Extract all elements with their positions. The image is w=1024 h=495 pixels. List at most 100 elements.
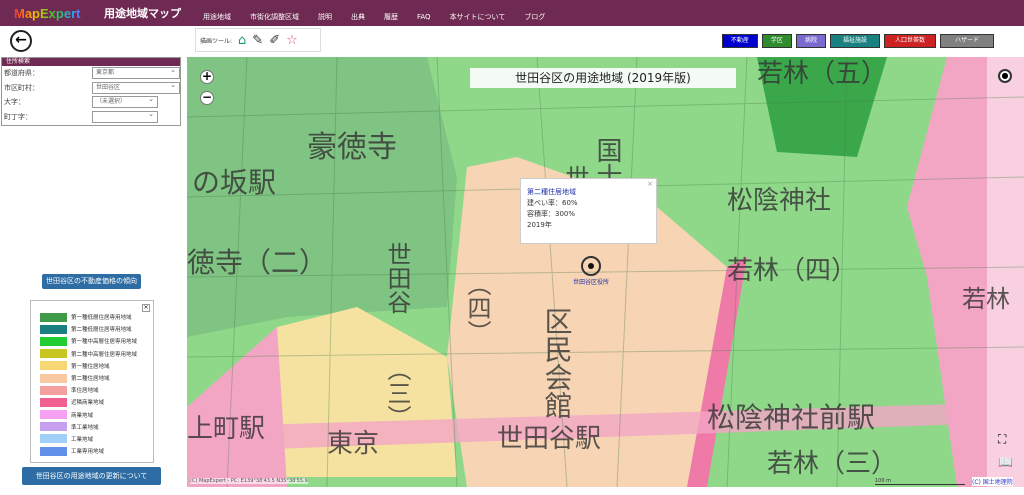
scale-bar: 100 m	[875, 478, 965, 485]
legend-swatch	[40, 373, 67, 383]
legend-item: 第一種住居地域	[40, 360, 153, 372]
map-title: 世田谷区の用途地域 (2019年版)	[470, 68, 736, 88]
legend-item: 準住居地域	[40, 384, 153, 396]
nav-blog[interactable]: ブログ	[524, 13, 545, 21]
legend-swatch	[40, 324, 67, 334]
place-label: （三）	[383, 357, 411, 429]
city-label: 市区町村：	[4, 83, 39, 92]
zoom-out-button[interactable]: −	[200, 91, 214, 105]
prefecture-select[interactable]: 東京都	[92, 65, 180, 80]
prefecture-label: 都道府県：	[4, 69, 39, 78]
legend-item: 第二種住居地域	[40, 372, 153, 384]
app-title: 用途地域マップ	[104, 7, 181, 20]
pencil-icon[interactable]: ✎	[252, 33, 263, 48]
place-label: 若林（五）	[757, 59, 887, 89]
source-link[interactable]: (C) 国土地理院	[972, 477, 1013, 486]
layer-button-population[interactable]: 人口世帯数	[883, 34, 936, 48]
legend-label: 商業地域	[71, 412, 94, 419]
popup-close-icon[interactable]: ×	[647, 179, 653, 190]
place-label: 豪徳寺	[307, 130, 397, 165]
place-label: （四）	[463, 272, 491, 344]
house-icon[interactable]: ⌂	[238, 33, 246, 48]
zoom-in-button[interactable]: +	[200, 70, 214, 84]
legend-label: 近隣商業地域	[71, 400, 105, 407]
star-icon[interactable]: ☆	[286, 33, 298, 48]
legend-item: 近隣商業地域	[40, 396, 153, 408]
oaza-label: 大字：	[4, 98, 25, 107]
legend-label: 第二種住居地域	[71, 376, 110, 383]
map-canvas[interactable]: 豪徳寺の坂駅徳寺（二）世田谷世田谷（四）（三）区民会館国士松陰神社若林（五）若林…	[187, 57, 1024, 487]
legend-label: 工業専用地域	[71, 449, 105, 456]
legend-swatch	[40, 410, 67, 420]
place-label: 世田谷駅	[497, 424, 601, 454]
price-trend-button[interactable]: 世田谷区の不動産価格の傾向	[42, 274, 141, 289]
zoning-map[interactable]: 豪徳寺の坂駅徳寺（二）世田谷世田谷（四）（三）区民会館国士松陰神社若林（五）若林…	[187, 57, 1024, 487]
legend-label: 第二種中高層住居専用地域	[71, 351, 138, 358]
popup-floor-ratio: 容積率：300%	[527, 210, 576, 218]
drawing-toolbar: 描画ツール: ⌂ ✎ ✐ ☆	[195, 28, 321, 52]
layer-button-hazard[interactable]: ハザード	[939, 34, 994, 48]
locate-icon[interactable]: ●	[998, 69, 1012, 83]
legend-item: 第二種中高層住居専用地域	[40, 348, 153, 360]
logo[interactable]: MapExpert	[14, 6, 94, 21]
chome-select[interactable]	[92, 109, 158, 123]
popup-zone: 第二種住居地域	[527, 188, 576, 196]
layer-button-school[interactable]: 学区	[761, 34, 792, 48]
legend-item: 工業地域	[40, 433, 153, 445]
place-label: 若林（三）	[767, 449, 897, 479]
edit-icon[interactable]: ✐	[269, 33, 280, 48]
legend-close-icon[interactable]: ×	[142, 304, 150, 312]
zone-popup: 第二種住居地域 建ぺい率：60% 容積率：300% 2019年 ×	[520, 178, 657, 244]
nav-youto[interactable]: 用途地域	[203, 13, 231, 21]
legend-swatch	[40, 385, 67, 395]
nav-setsumei[interactable]: 説明	[318, 13, 332, 21]
legend-swatch	[40, 397, 67, 407]
legend-swatch	[40, 349, 67, 359]
legend-item: 工業専用地域	[40, 445, 153, 457]
legend-label: 第一種低層住居専用地域	[71, 315, 132, 322]
legend-swatch	[40, 446, 67, 456]
legend-swatch	[40, 312, 67, 322]
layer-button-welfare[interactable]: 福祉施設	[829, 34, 880, 48]
nav-rireki[interactable]: 履歴	[384, 13, 398, 21]
layer-buttons: 不動産 学区 病院 福祉施設 人口世帯数 ハザード	[721, 34, 994, 48]
nav-shigaika[interactable]: 市街化調整区域	[250, 13, 299, 21]
update-info-button[interactable]: 世田谷区の用途地域の更新について	[22, 467, 161, 485]
legend-item: 準工業地域	[40, 421, 153, 433]
legend-label: 第一種中高層住居専用地域	[71, 339, 138, 346]
place-label: 世田谷	[383, 242, 411, 314]
fullscreen-icon[interactable]: ⛶	[998, 432, 1006, 447]
legend-swatch	[40, 434, 67, 444]
legend-swatch	[40, 422, 67, 432]
nav-menu: 用途地域 市街化調整区域 説明 出典 履歴 FAQ 本サイトについて ブログ	[203, 4, 564, 23]
legend-swatch	[40, 361, 67, 371]
oaza-select[interactable]: （未選択）	[92, 94, 158, 109]
layer-button-realestate[interactable]: 不動産	[721, 34, 758, 48]
layer-button-hospital[interactable]: 病院	[795, 34, 826, 48]
legend-label: 準工業地域	[71, 424, 99, 431]
place-label: 若林	[962, 285, 1010, 313]
city-select[interactable]: 世田谷区	[92, 80, 180, 94]
zoning-legend: × 第一種低層住居専用地域 第二種低層住居専用地域 第一種中高層住居専用地域 第二種中…	[30, 300, 154, 463]
chome-label: 町丁字：	[4, 112, 32, 121]
legend-item: 第一種中高層住居専用地域	[40, 335, 153, 347]
place-label: 上町駅	[187, 414, 265, 444]
nav-faq[interactable]: FAQ	[417, 13, 431, 21]
legend-item: 第二種低層住居専用地域	[40, 323, 153, 335]
place-label: 徳寺（二）	[187, 246, 327, 279]
place-label: 若林（四）	[727, 256, 857, 286]
back-arrow-icon[interactable]: ←	[10, 30, 32, 52]
top-nav-bar: MapExpert 用途地域マップ 用途地域 市街化調整区域 説明 出典 履歴 FAQ 本サ…	[0, 0, 1024, 26]
place-label: 松陰神社	[727, 186, 831, 216]
address-search-panel: 住所検索 都道府県： 東京都 市区町村： 世田谷区 大字： （未選択） 町丁字：	[1, 57, 181, 126]
zone-east-edge	[987, 57, 1024, 487]
nav-shutten[interactable]: 出典	[351, 13, 365, 21]
marker-label: 世田谷区役所	[573, 278, 609, 286]
book-icon[interactable]: 📖	[998, 455, 1013, 469]
nav-about[interactable]: 本サイトについて	[450, 13, 506, 21]
popup-year: 2019年	[527, 221, 552, 229]
legend-item: 第一種低層住居専用地域	[40, 311, 153, 323]
legend-item: 商業地域	[40, 409, 153, 421]
map-marker-dot	[588, 263, 594, 269]
legend-label: 第二種低層住居専用地域	[71, 327, 132, 334]
